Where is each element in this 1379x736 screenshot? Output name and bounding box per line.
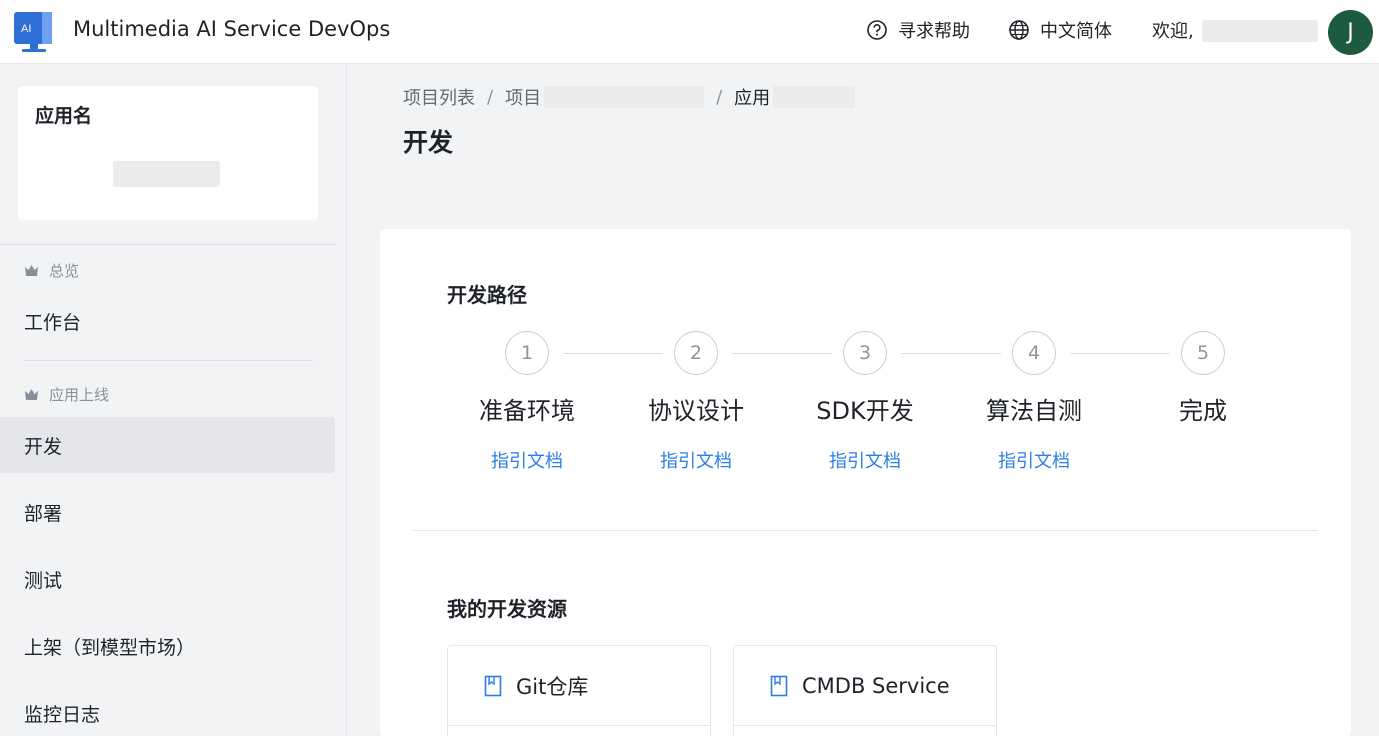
resource-card-header[interactable]: Git仓库 — [448, 646, 710, 726]
step-number: 3 — [858, 342, 872, 364]
step-connector — [563, 353, 663, 354]
step-connector — [901, 353, 1001, 354]
step-number: 5 — [1196, 342, 1210, 364]
app-name-redacted — [113, 161, 220, 187]
breadcrumb-project[interactable]: 项目 — [505, 84, 541, 110]
logo-icon[interactable]: AI — [12, 10, 57, 54]
sidebar-group-launch: 应用上线 — [24, 384, 109, 405]
step-1-circle: 1 — [505, 331, 549, 375]
language-label: 中文简体 — [1040, 21, 1112, 42]
welcome-label: 欢迎, — [1152, 21, 1194, 42]
step-4-circle: 4 — [1012, 331, 1056, 375]
main-panel: 开发路径 1 准备环境 指引文档 2 协议设计 指引文档 3 SDK开发 指引文… — [380, 229, 1351, 736]
breadcrumb-separator: / — [716, 86, 723, 108]
resources-title: 我的开发资源 — [447, 597, 567, 621]
logo-text: AI — [21, 23, 31, 35]
book-icon — [770, 675, 788, 696]
step-1-title: 准备环境 — [479, 397, 575, 425]
breadcrumb-project-list[interactable]: 项目列表 — [403, 84, 475, 110]
sidebar-item-label: 测试 — [24, 569, 63, 592]
help-link[interactable]: 寻求帮助 — [866, 17, 970, 43]
help-circle-icon — [867, 20, 887, 40]
breadcrumb-app: 应用 — [734, 88, 771, 109]
step-4-guide-link[interactable]: 指引文档 — [949, 447, 1119, 473]
dev-path-title: 开发路径 — [447, 283, 527, 307]
group-label: 应用上线 — [49, 386, 110, 404]
step-2-circle: 2 — [674, 331, 718, 375]
sidebar-item-label: 上架（到模型市场） — [24, 636, 196, 659]
sidebar-group-overview: 总览 — [24, 260, 79, 281]
resource-label: Git仓库 — [516, 674, 589, 699]
sidebar: 应用名 总览 工作台 应用上线 开发 部署 测试 上架（到模型市场） 监控日志 — [0, 64, 347, 736]
resource-card-cmdb[interactable]: CMDB Service — [733, 645, 997, 736]
section-divider — [413, 530, 1318, 531]
step-1-guide-link[interactable]: 指引文档 — [442, 447, 612, 473]
step-number: 1 — [520, 342, 534, 364]
group-label: 总览 — [49, 262, 80, 280]
app-title[interactable]: Multimedia AI Service DevOps — [73, 17, 390, 41]
sidebar-item-label: 工作台 — [24, 311, 82, 334]
app-card: 应用名 — [18, 86, 318, 220]
step-2-guide-link[interactable]: 指引文档 — [611, 447, 781, 473]
crown-icon — [25, 265, 38, 276]
resource-card-git[interactable]: Git仓库 — [447, 645, 711, 736]
sidebar-divider — [24, 360, 313, 361]
globe-icon — [1009, 20, 1029, 40]
sidebar-item-label: 监控日志 — [24, 703, 101, 726]
step-number: 4 — [1027, 342, 1041, 364]
step-5-title: 完成 — [1179, 397, 1227, 425]
avatar[interactable]: J — [1328, 10, 1373, 55]
step-3-title: SDK开发 — [816, 397, 914, 425]
step-number: 2 — [689, 342, 703, 364]
avatar-initial: J — [1347, 20, 1354, 45]
step-5-circle: 5 — [1181, 331, 1225, 375]
app-name-label: 应用名 — [35, 105, 93, 127]
breadcrumb-separator: / — [487, 86, 494, 108]
book-icon — [484, 675, 502, 696]
breadcrumb: 项目列表 / 项目 / 应用 — [403, 84, 856, 110]
sidebar-item-workbench[interactable]: 工作台 — [0, 293, 335, 349]
sidebar-item-develop[interactable]: 开发 — [0, 417, 335, 473]
sidebar-item-deploy[interactable]: 部署 — [0, 484, 335, 540]
resource-card-header[interactable]: CMDB Service — [734, 646, 996, 726]
page-title: 开发 — [403, 128, 454, 157]
username-redacted — [1202, 20, 1318, 42]
top-header: AI Multimedia AI Service DevOps 寻求帮助 中文简… — [0, 0, 1379, 64]
help-label: 寻求帮助 — [898, 21, 970, 42]
crown-icon — [25, 389, 38, 400]
sidebar-item-monitor-logs[interactable]: 监控日志 — [0, 685, 335, 736]
step-2-title: 协议设计 — [648, 397, 744, 425]
project-name-redacted — [544, 86, 705, 108]
step-connector — [1070, 353, 1170, 354]
sidebar-item-label: 开发 — [24, 435, 63, 458]
sidebar-divider — [0, 244, 335, 245]
language-selector[interactable]: 中文简体 — [1008, 17, 1112, 43]
resource-label: CMDB Service — [802, 673, 950, 698]
sidebar-item-test[interactable]: 测试 — [0, 551, 335, 607]
step-connector — [732, 353, 832, 354]
sidebar-item-publish[interactable]: 上架（到模型市场） — [0, 618, 335, 674]
step-3-circle: 3 — [843, 331, 887, 375]
step-3-guide-link[interactable]: 指引文档 — [780, 447, 950, 473]
step-4-title: 算法自测 — [986, 397, 1082, 425]
sidebar-item-label: 部署 — [24, 502, 63, 525]
app-name-redacted — [773, 86, 856, 108]
